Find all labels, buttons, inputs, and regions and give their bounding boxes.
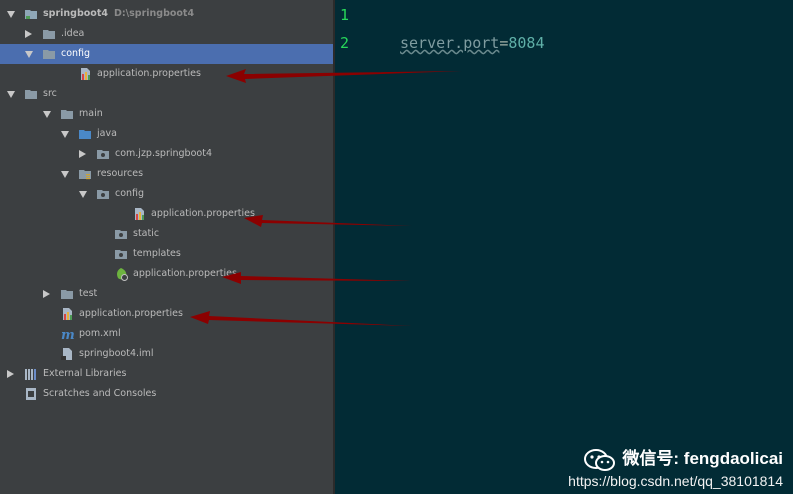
folder-icon: [42, 47, 56, 61]
libraries-icon: [24, 367, 38, 381]
tree-item-label: External Libraries: [43, 368, 127, 379]
chevron-down-icon[interactable]: [61, 171, 69, 178]
tree-item-label: java: [97, 128, 117, 139]
spring-properties-icon: [114, 267, 128, 281]
package-icon: [96, 187, 110, 201]
tree-item-label: application.properties: [97, 68, 201, 79]
resources-folder-icon: [78, 167, 92, 181]
tree-item-label: springboot4.iml: [79, 348, 154, 359]
code-editor[interactable]: 1 2 server.port=8084: [335, 0, 793, 494]
chevron-down-icon[interactable]: [61, 131, 69, 138]
folder-icon: [42, 27, 56, 41]
tree-item-resources[interactable]: resources: [0, 164, 333, 184]
property-value: 8084: [508, 34, 545, 52]
tree-item-application-properties[interactable]: application.properties: [0, 304, 333, 324]
tree-item-springboot4-iml[interactable]: springboot4.iml: [0, 344, 333, 364]
tree-item-label: pom.xml: [79, 328, 121, 339]
tree-item-test[interactable]: test: [0, 284, 333, 304]
tree-item-src[interactable]: src: [0, 84, 333, 104]
tree-item-label: config: [61, 48, 91, 59]
property-key: server.port: [400, 34, 500, 52]
tree-item-com-jzp-springboot4[interactable]: com.jzp.springboot4: [0, 144, 333, 164]
tree-item-label: application.properties: [79, 308, 183, 319]
chevron-right-icon[interactable]: [25, 30, 32, 38]
chevron-right-icon[interactable]: [7, 370, 14, 378]
tree-item-idea[interactable]: .idea: [0, 24, 333, 44]
properties-file-icon: [78, 67, 92, 81]
tree-item-label: resources: [97, 168, 144, 179]
tree-item-label: test: [79, 288, 98, 299]
chevron-down-icon[interactable]: [7, 11, 15, 18]
tree-item-path: D:\springboot4: [113, 8, 195, 19]
chevron-down-icon[interactable]: [79, 191, 87, 198]
tree-item-label: templates: [133, 248, 181, 259]
chevron-right-icon[interactable]: [79, 150, 86, 158]
tree-item-external-libraries[interactable]: External Libraries: [0, 364, 333, 384]
project-tree-panel: springboot4 D:\springboot4 .idea config appl…: [0, 0, 333, 494]
tree-item-config[interactable]: config: [0, 184, 333, 204]
tree-item-label: config: [115, 188, 145, 199]
source-folder-icon: [78, 127, 92, 141]
tree-item-main[interactable]: main: [0, 104, 333, 124]
tree-item-scratches-and-consoles[interactable]: Scratches and Consoles: [0, 384, 333, 404]
chevron-right-icon[interactable]: [43, 290, 50, 298]
tree-item-application-properties[interactable]: application.properties: [0, 64, 333, 84]
chevron-down-icon[interactable]: [43, 111, 51, 118]
tree-item-label: com.jzp.springboot4: [115, 148, 212, 159]
tree-item-label: Scratches and Consoles: [43, 388, 157, 399]
package-icon: [114, 227, 128, 241]
tree-item-pom-xml[interactable]: m pom.xml: [0, 324, 333, 344]
svg-text:m: m: [61, 328, 74, 341]
tree-item-java[interactable]: java: [0, 124, 333, 144]
tree-item-label: application.properties: [151, 208, 255, 219]
module-folder-icon: [24, 7, 38, 21]
wechat-icon: [584, 448, 616, 471]
package-icon: [114, 247, 128, 261]
folder-icon: [60, 107, 74, 121]
folder-icon: [60, 287, 74, 301]
line-number-2: 2: [340, 34, 350, 52]
tree-item-label: main: [79, 108, 103, 119]
maven-icon: m: [60, 327, 75, 343]
tree-item-templates[interactable]: templates: [0, 244, 333, 264]
tree-item-label: springboot4 D:\springboot4: [43, 8, 195, 19]
tree-item-label: .idea: [61, 28, 85, 39]
tree-item-application-properties[interactable]: application.properties: [0, 264, 333, 284]
chevron-down-icon[interactable]: [7, 91, 15, 98]
line-number-1: 1: [340, 6, 350, 24]
tree-item-static[interactable]: static: [0, 224, 333, 244]
iml-file-icon: [60, 347, 74, 361]
watermark-wechat-id: 微信号: fengdaolicai: [622, 449, 783, 468]
properties-file-icon: [60, 307, 74, 321]
tree-item-label: static: [133, 228, 160, 239]
tree-item-application-properties[interactable]: application.properties: [0, 204, 333, 224]
folder-icon: [24, 87, 38, 101]
code-line-2[interactable]: server.port=8084: [400, 34, 545, 52]
tree-item-label: application.properties: [133, 268, 237, 279]
chevron-down-icon[interactable]: [25, 51, 33, 58]
scratches-icon: [24, 387, 38, 401]
watermark-url: https://blog.csdn.net/qq_38101814: [568, 472, 783, 489]
properties-file-icon: [132, 207, 146, 221]
watermark: 微信号: fengdaolicai https://blog.csdn.net/…: [568, 444, 783, 489]
tree-item-config[interactable]: config: [0, 44, 333, 64]
tree-item-label: src: [43, 88, 57, 99]
tree-item-springboot4[interactable]: springboot4 D:\springboot4: [0, 4, 333, 24]
package-icon: [96, 147, 110, 161]
